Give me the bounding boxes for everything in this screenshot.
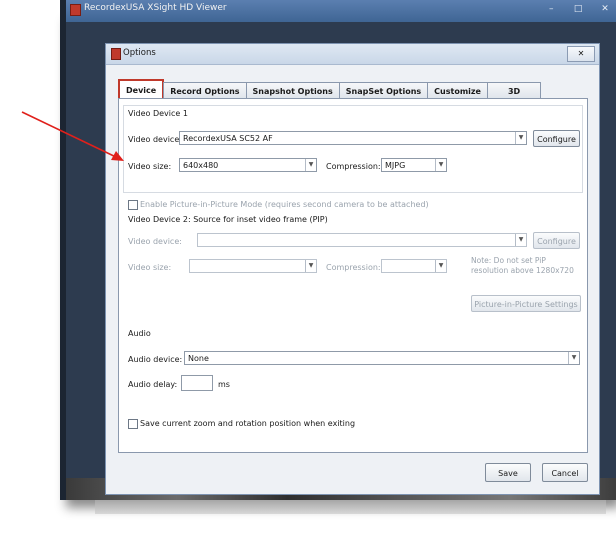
annotation-arrow-icon [21, 111, 124, 161]
annotation-arrow-line [21, 111, 119, 159]
